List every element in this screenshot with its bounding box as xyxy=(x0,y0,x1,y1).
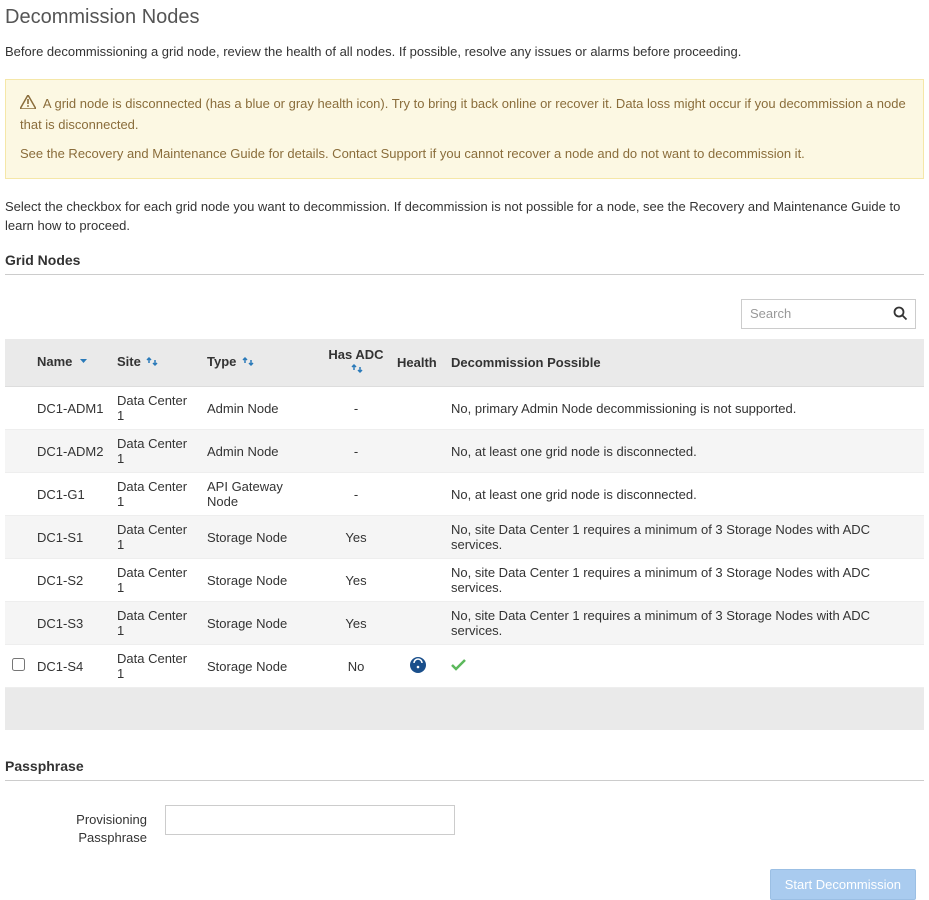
instruction-text: Select the checkbox for each grid node y… xyxy=(5,197,924,236)
search-input[interactable] xyxy=(741,299,916,329)
cell-type: Storage Node xyxy=(201,602,321,645)
cell-site: Data Center 1 xyxy=(111,387,201,430)
cell-type: Admin Node xyxy=(201,387,321,430)
checkbox-cell xyxy=(5,645,31,688)
warning-text-2: See the Recovery and Maintenance Guide f… xyxy=(20,144,909,164)
cell-name: DC1-ADM2 xyxy=(31,430,111,473)
warning-box: A grid node is disconnected (has a blue … xyxy=(5,79,924,178)
cell-health xyxy=(391,516,445,559)
cell-decommission xyxy=(445,645,924,688)
search-icon[interactable] xyxy=(893,306,908,324)
start-decommission-button[interactable]: Start Decommission xyxy=(770,869,916,900)
table-row: DC1-S3Data Center 1Storage NodeYes No, si… xyxy=(5,602,924,645)
cell-site: Data Center 1 xyxy=(111,516,201,559)
cell-health xyxy=(391,559,445,602)
column-checkbox xyxy=(5,339,31,387)
page-title: Decommission Nodes xyxy=(5,6,924,29)
column-health: Health xyxy=(391,339,445,387)
checkbox-cell xyxy=(5,516,31,559)
column-site[interactable]: Site xyxy=(111,339,201,387)
warning-icon xyxy=(20,95,36,115)
table-row: DC1-ADM1Data Center 1Admin Node- No, prim… xyxy=(5,387,924,430)
cell-has-adc: Yes xyxy=(321,559,391,602)
cell-decommission: No, at least one grid node is disconnect… xyxy=(445,430,924,473)
cell-has-adc: Yes xyxy=(321,602,391,645)
cell-decommission: No, site Data Center 1 requires a minimu… xyxy=(445,516,924,559)
sort-icon xyxy=(351,362,364,378)
table-row: DC1-S2Data Center 1Storage NodeYes No, si… xyxy=(5,559,924,602)
cell-site: Data Center 1 xyxy=(111,473,201,516)
disconnected-icon xyxy=(409,662,427,677)
table-row: DC1-S4Data Center 1Storage NodeNo xyxy=(5,645,924,688)
checkbox-cell xyxy=(5,602,31,645)
cell-health xyxy=(391,473,445,516)
cell-site: Data Center 1 xyxy=(111,430,201,473)
column-type[interactable]: Type xyxy=(201,339,321,387)
intro-text: Before decommissioning a grid node, revi… xyxy=(5,43,924,61)
passphrase-label: Provisioning Passphrase xyxy=(5,805,165,847)
cell-decommission: No, site Data Center 1 requires a minimu… xyxy=(445,602,924,645)
cell-name: DC1-S2 xyxy=(31,559,111,602)
column-has-adc[interactable]: Has ADC xyxy=(321,339,391,387)
sort-icon xyxy=(146,355,159,371)
sort-icon xyxy=(242,355,255,371)
cell-health xyxy=(391,430,445,473)
cell-name: DC1-ADM1 xyxy=(31,387,111,430)
table-row: DC1-ADM2Data Center 1Admin Node- No, at l… xyxy=(5,430,924,473)
checkbox-cell xyxy=(5,387,31,430)
cell-decommission: No, site Data Center 1 requires a minimu… xyxy=(445,559,924,602)
checkmark-icon xyxy=(451,658,466,675)
cell-has-adc: - xyxy=(321,430,391,473)
cell-name: DC1-S3 xyxy=(31,602,111,645)
row-checkbox[interactable] xyxy=(12,658,25,671)
cell-type: API Gateway Node xyxy=(201,473,321,516)
cell-type: Admin Node xyxy=(201,430,321,473)
cell-site: Data Center 1 xyxy=(111,645,201,688)
passphrase-input[interactable] xyxy=(165,805,455,835)
cell-has-adc: No xyxy=(321,645,391,688)
column-name[interactable]: Name xyxy=(31,339,111,387)
divider xyxy=(5,274,924,275)
cell-name: DC1-S1 xyxy=(31,516,111,559)
cell-name: DC1-G1 xyxy=(31,473,111,516)
table-footer-space xyxy=(5,688,924,730)
cell-type: Storage Node xyxy=(201,645,321,688)
grid-nodes-table: Name Site Type Has ADC xyxy=(5,339,924,689)
table-row: DC1-S1Data Center 1Storage NodeYes No, si… xyxy=(5,516,924,559)
warning-text-1: A grid node is disconnected (has a blue … xyxy=(20,96,906,131)
checkbox-cell xyxy=(5,559,31,602)
column-decommission: Decommission Possible xyxy=(445,339,924,387)
sort-desc-icon xyxy=(78,355,89,370)
grid-nodes-title: Grid Nodes xyxy=(5,252,924,268)
cell-name: DC1-S4 xyxy=(31,645,111,688)
cell-has-adc: - xyxy=(321,473,391,516)
divider xyxy=(5,780,924,781)
cell-type: Storage Node xyxy=(201,516,321,559)
cell-has-adc: Yes xyxy=(321,516,391,559)
table-row: DC1-G1Data Center 1API Gateway Node- No, … xyxy=(5,473,924,516)
checkbox-cell xyxy=(5,430,31,473)
cell-decommission: No, primary Admin Node decommissioning i… xyxy=(445,387,924,430)
cell-decommission: No, at least one grid node is disconnect… xyxy=(445,473,924,516)
cell-health xyxy=(391,602,445,645)
passphrase-title: Passphrase xyxy=(5,758,924,774)
checkbox-cell xyxy=(5,473,31,516)
cell-has-adc: - xyxy=(321,387,391,430)
cell-site: Data Center 1 xyxy=(111,602,201,645)
cell-site: Data Center 1 xyxy=(111,559,201,602)
cell-health xyxy=(391,387,445,430)
cell-type: Storage Node xyxy=(201,559,321,602)
cell-health xyxy=(391,645,445,688)
